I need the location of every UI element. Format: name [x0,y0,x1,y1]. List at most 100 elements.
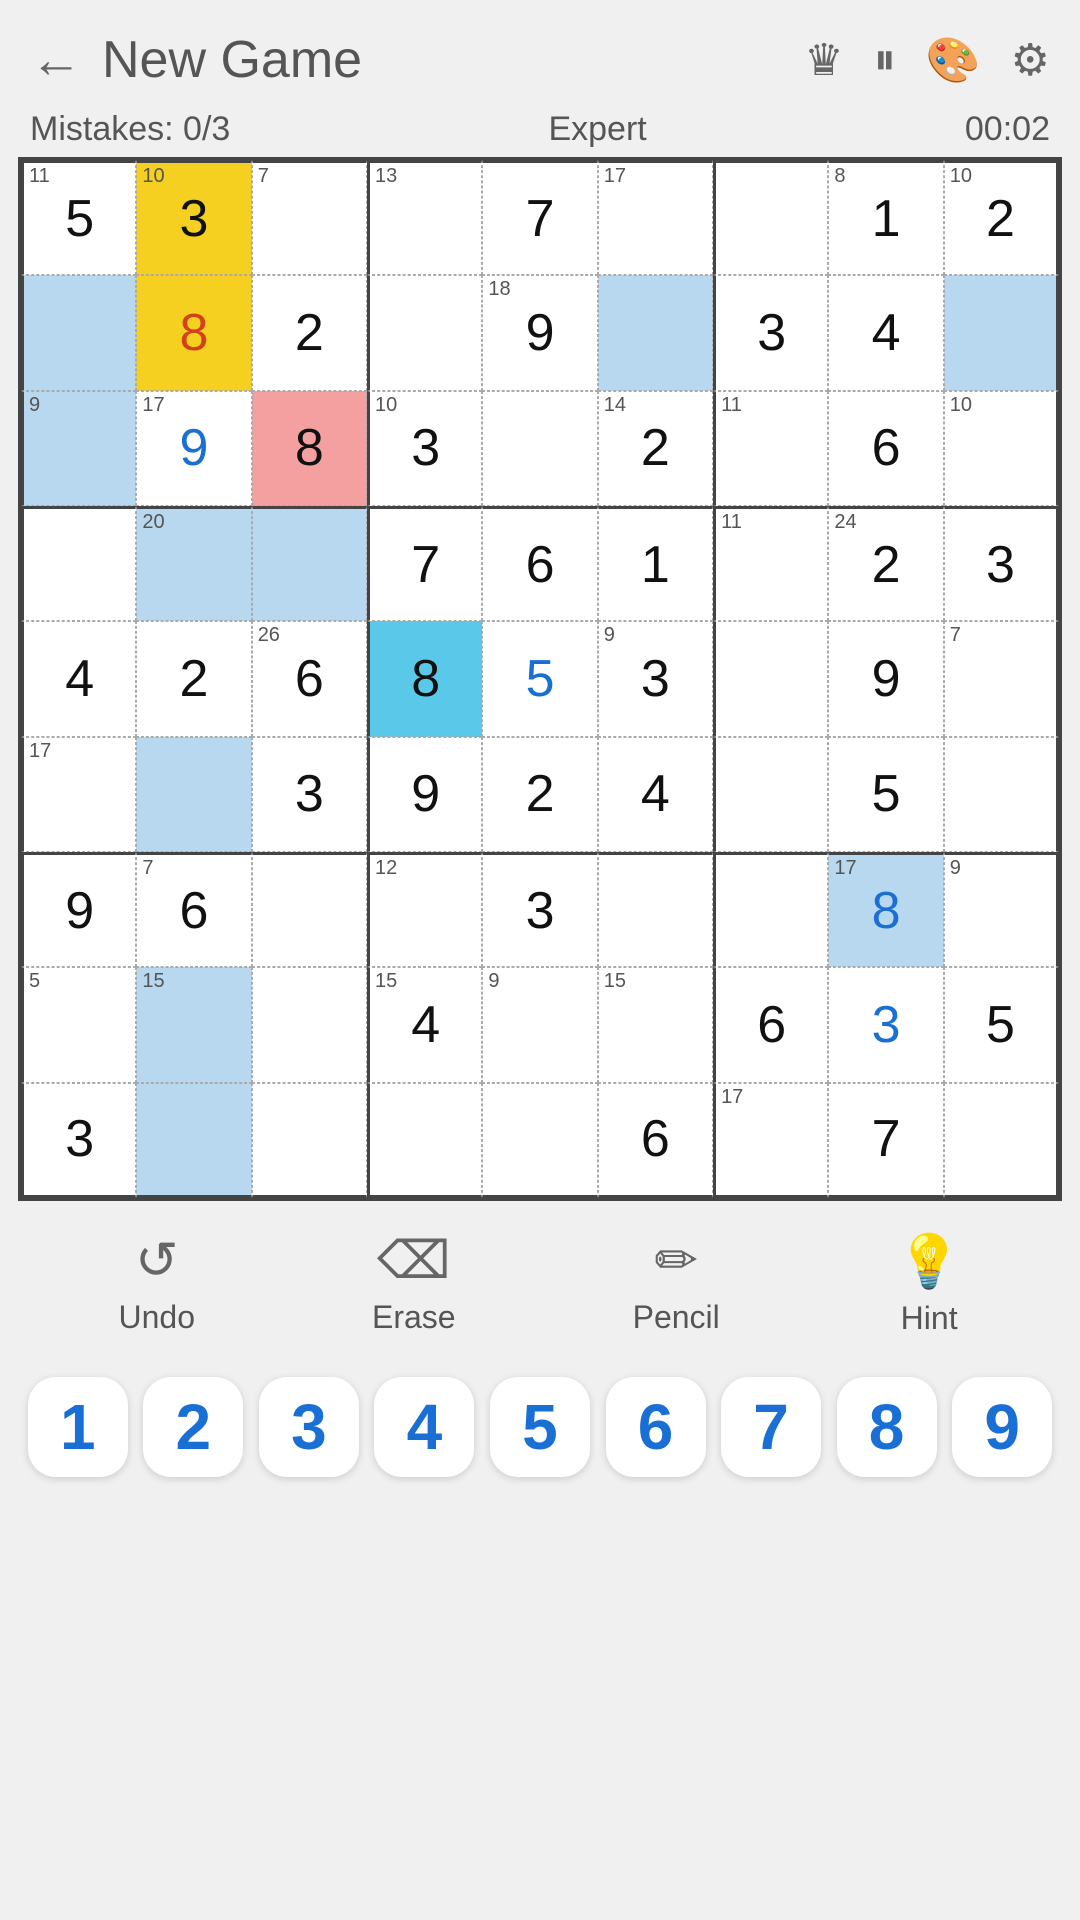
numpad-btn-3[interactable]: 3 [259,1377,359,1477]
cell-r5-c6[interactable] [713,737,828,852]
cell-r0-c3[interactable]: 13 [367,160,482,275]
cell-r6-c0[interactable]: 9 [21,852,136,967]
numpad-btn-7[interactable]: 7 [721,1377,821,1477]
cell-r3-c5[interactable]: 1 [598,506,713,621]
cell-r1-c0[interactable] [21,275,136,390]
cell-r4-c4[interactable]: 5 [482,621,597,736]
cell-r4-c2[interactable]: 266 [252,621,367,736]
value-r2-c3: 3 [411,422,440,474]
cell-r4-c8[interactable]: 7 [944,621,1059,736]
cell-r6-c1[interactable]: 76 [136,852,251,967]
pause-icon[interactable]: ⏸ [874,35,896,85]
cell-r7-c1[interactable]: 15 [136,967,251,1082]
cell-r0-c7[interactable]: 81 [828,160,943,275]
hint-button[interactable]: 💡 Hint [897,1231,962,1337]
cell-r4-c6[interactable] [713,621,828,736]
cell-r2-c4[interactable] [482,391,597,506]
cell-r6-c8[interactable]: 9 [944,852,1059,967]
cell-r8-c6[interactable]: 17 [713,1083,828,1198]
cell-r6-c4[interactable]: 3 [482,852,597,967]
cell-r4-c1[interactable]: 2 [136,621,251,736]
cell-r5-c2[interactable]: 3 [252,737,367,852]
cell-r4-c0[interactable]: 4 [21,621,136,736]
cell-r3-c4[interactable]: 6 [482,506,597,621]
numpad-btn-5[interactable]: 5 [490,1377,590,1477]
cell-r4-c5[interactable]: 93 [598,621,713,736]
numpad-btn-9[interactable]: 9 [952,1377,1052,1477]
numpad-btn-4[interactable]: 4 [374,1377,474,1477]
cell-r5-c7[interactable]: 5 [828,737,943,852]
crown-icon[interactable]: ♛ [804,35,843,86]
cell-r0-c0[interactable]: 115 [21,160,136,275]
cell-r5-c5[interactable]: 4 [598,737,713,852]
cell-r6-c7[interactable]: 178 [828,852,943,967]
cell-r8-c3[interactable] [367,1083,482,1198]
cell-r3-c1[interactable]: 20 [136,506,251,621]
pencil-button[interactable]: ✏ Pencil [633,1231,720,1337]
cell-r0-c4[interactable]: 7 [482,160,597,275]
cell-r2-c6[interactable]: 11 [713,391,828,506]
cell-r6-c5[interactable] [598,852,713,967]
cell-r7-c2[interactable] [252,967,367,1082]
cell-r1-c8[interactable] [944,275,1059,390]
cell-r3-c8[interactable]: 3 [944,506,1059,621]
cell-r6-c2[interactable] [252,852,367,967]
cell-r7-c4[interactable]: 9 [482,967,597,1082]
cell-r1-c5[interactable] [598,275,713,390]
cell-r8-c1[interactable] [136,1083,251,1198]
cell-r3-c7[interactable]: 242 [828,506,943,621]
cell-r1-c7[interactable]: 4 [828,275,943,390]
undo-button[interactable]: ↺ Undo [119,1231,196,1337]
cell-r1-c4[interactable]: 189 [482,275,597,390]
cell-r5-c1[interactable] [136,737,251,852]
back-button[interactable]: ← [30,34,82,86]
palette-icon[interactable]: 🎨 [926,34,981,86]
cell-r3-c0[interactable] [21,506,136,621]
cell-r0-c1[interactable]: 103 [136,160,251,275]
cell-r7-c3[interactable]: 154 [367,967,482,1082]
cell-r8-c0[interactable]: 3 [21,1083,136,1198]
cell-r6-c6[interactable] [713,852,828,967]
cell-r3-c3[interactable]: 7 [367,506,482,621]
cell-r1-c6[interactable]: 3 [713,275,828,390]
erase-button[interactable]: ⌫ Erase [372,1231,456,1337]
cell-r0-c6[interactable] [713,160,828,275]
cell-r4-c7[interactable]: 9 [828,621,943,736]
cell-r2-c3[interactable]: 103 [367,391,482,506]
cell-r1-c1[interactable]: 8 [136,275,251,390]
cell-r0-c8[interactable]: 102 [944,160,1059,275]
cell-r0-c5[interactable]: 17 [598,160,713,275]
cell-r1-c3[interactable] [367,275,482,390]
numpad-btn-8[interactable]: 8 [837,1377,937,1477]
cell-r5-c3[interactable]: 9 [367,737,482,852]
cell-r2-c1[interactable]: 179 [136,391,251,506]
numpad-btn-6[interactable]: 6 [606,1377,706,1477]
cell-r7-c6[interactable]: 6 [713,967,828,1082]
numpad-btn-2[interactable]: 2 [143,1377,243,1477]
cell-r1-c2[interactable]: 2 [252,275,367,390]
cell-r8-c7[interactable]: 7 [828,1083,943,1198]
cell-r8-c8[interactable] [944,1083,1059,1198]
cell-r2-c2[interactable]: 8 [252,391,367,506]
cell-r4-c3[interactable]: 8 [367,621,482,736]
cell-r5-c8[interactable] [944,737,1059,852]
cell-r7-c7[interactable]: 3 [828,967,943,1082]
settings-icon[interactable]: ⚙ [1011,35,1050,86]
cell-r5-c4[interactable]: 2 [482,737,597,852]
cell-r5-c0[interactable]: 17 [21,737,136,852]
cell-r6-c3[interactable]: 12 [367,852,482,967]
cell-r2-c5[interactable]: 142 [598,391,713,506]
cell-r8-c2[interactable] [252,1083,367,1198]
cell-r2-c0[interactable]: 9 [21,391,136,506]
cell-r7-c5[interactable]: 15 [598,967,713,1082]
cell-r7-c0[interactable]: 5 [21,967,136,1082]
cell-r2-c8[interactable]: 10 [944,391,1059,506]
cell-r3-c6[interactable]: 11 [713,506,828,621]
cell-r3-c2[interactable] [252,506,367,621]
cell-r2-c7[interactable]: 6 [828,391,943,506]
cell-r8-c4[interactable] [482,1083,597,1198]
cell-r8-c5[interactable]: 6 [598,1083,713,1198]
numpad-btn-1[interactable]: 1 [28,1377,128,1477]
cell-r0-c2[interactable]: 7 [252,160,367,275]
cell-r7-c8[interactable]: 5 [944,967,1059,1082]
